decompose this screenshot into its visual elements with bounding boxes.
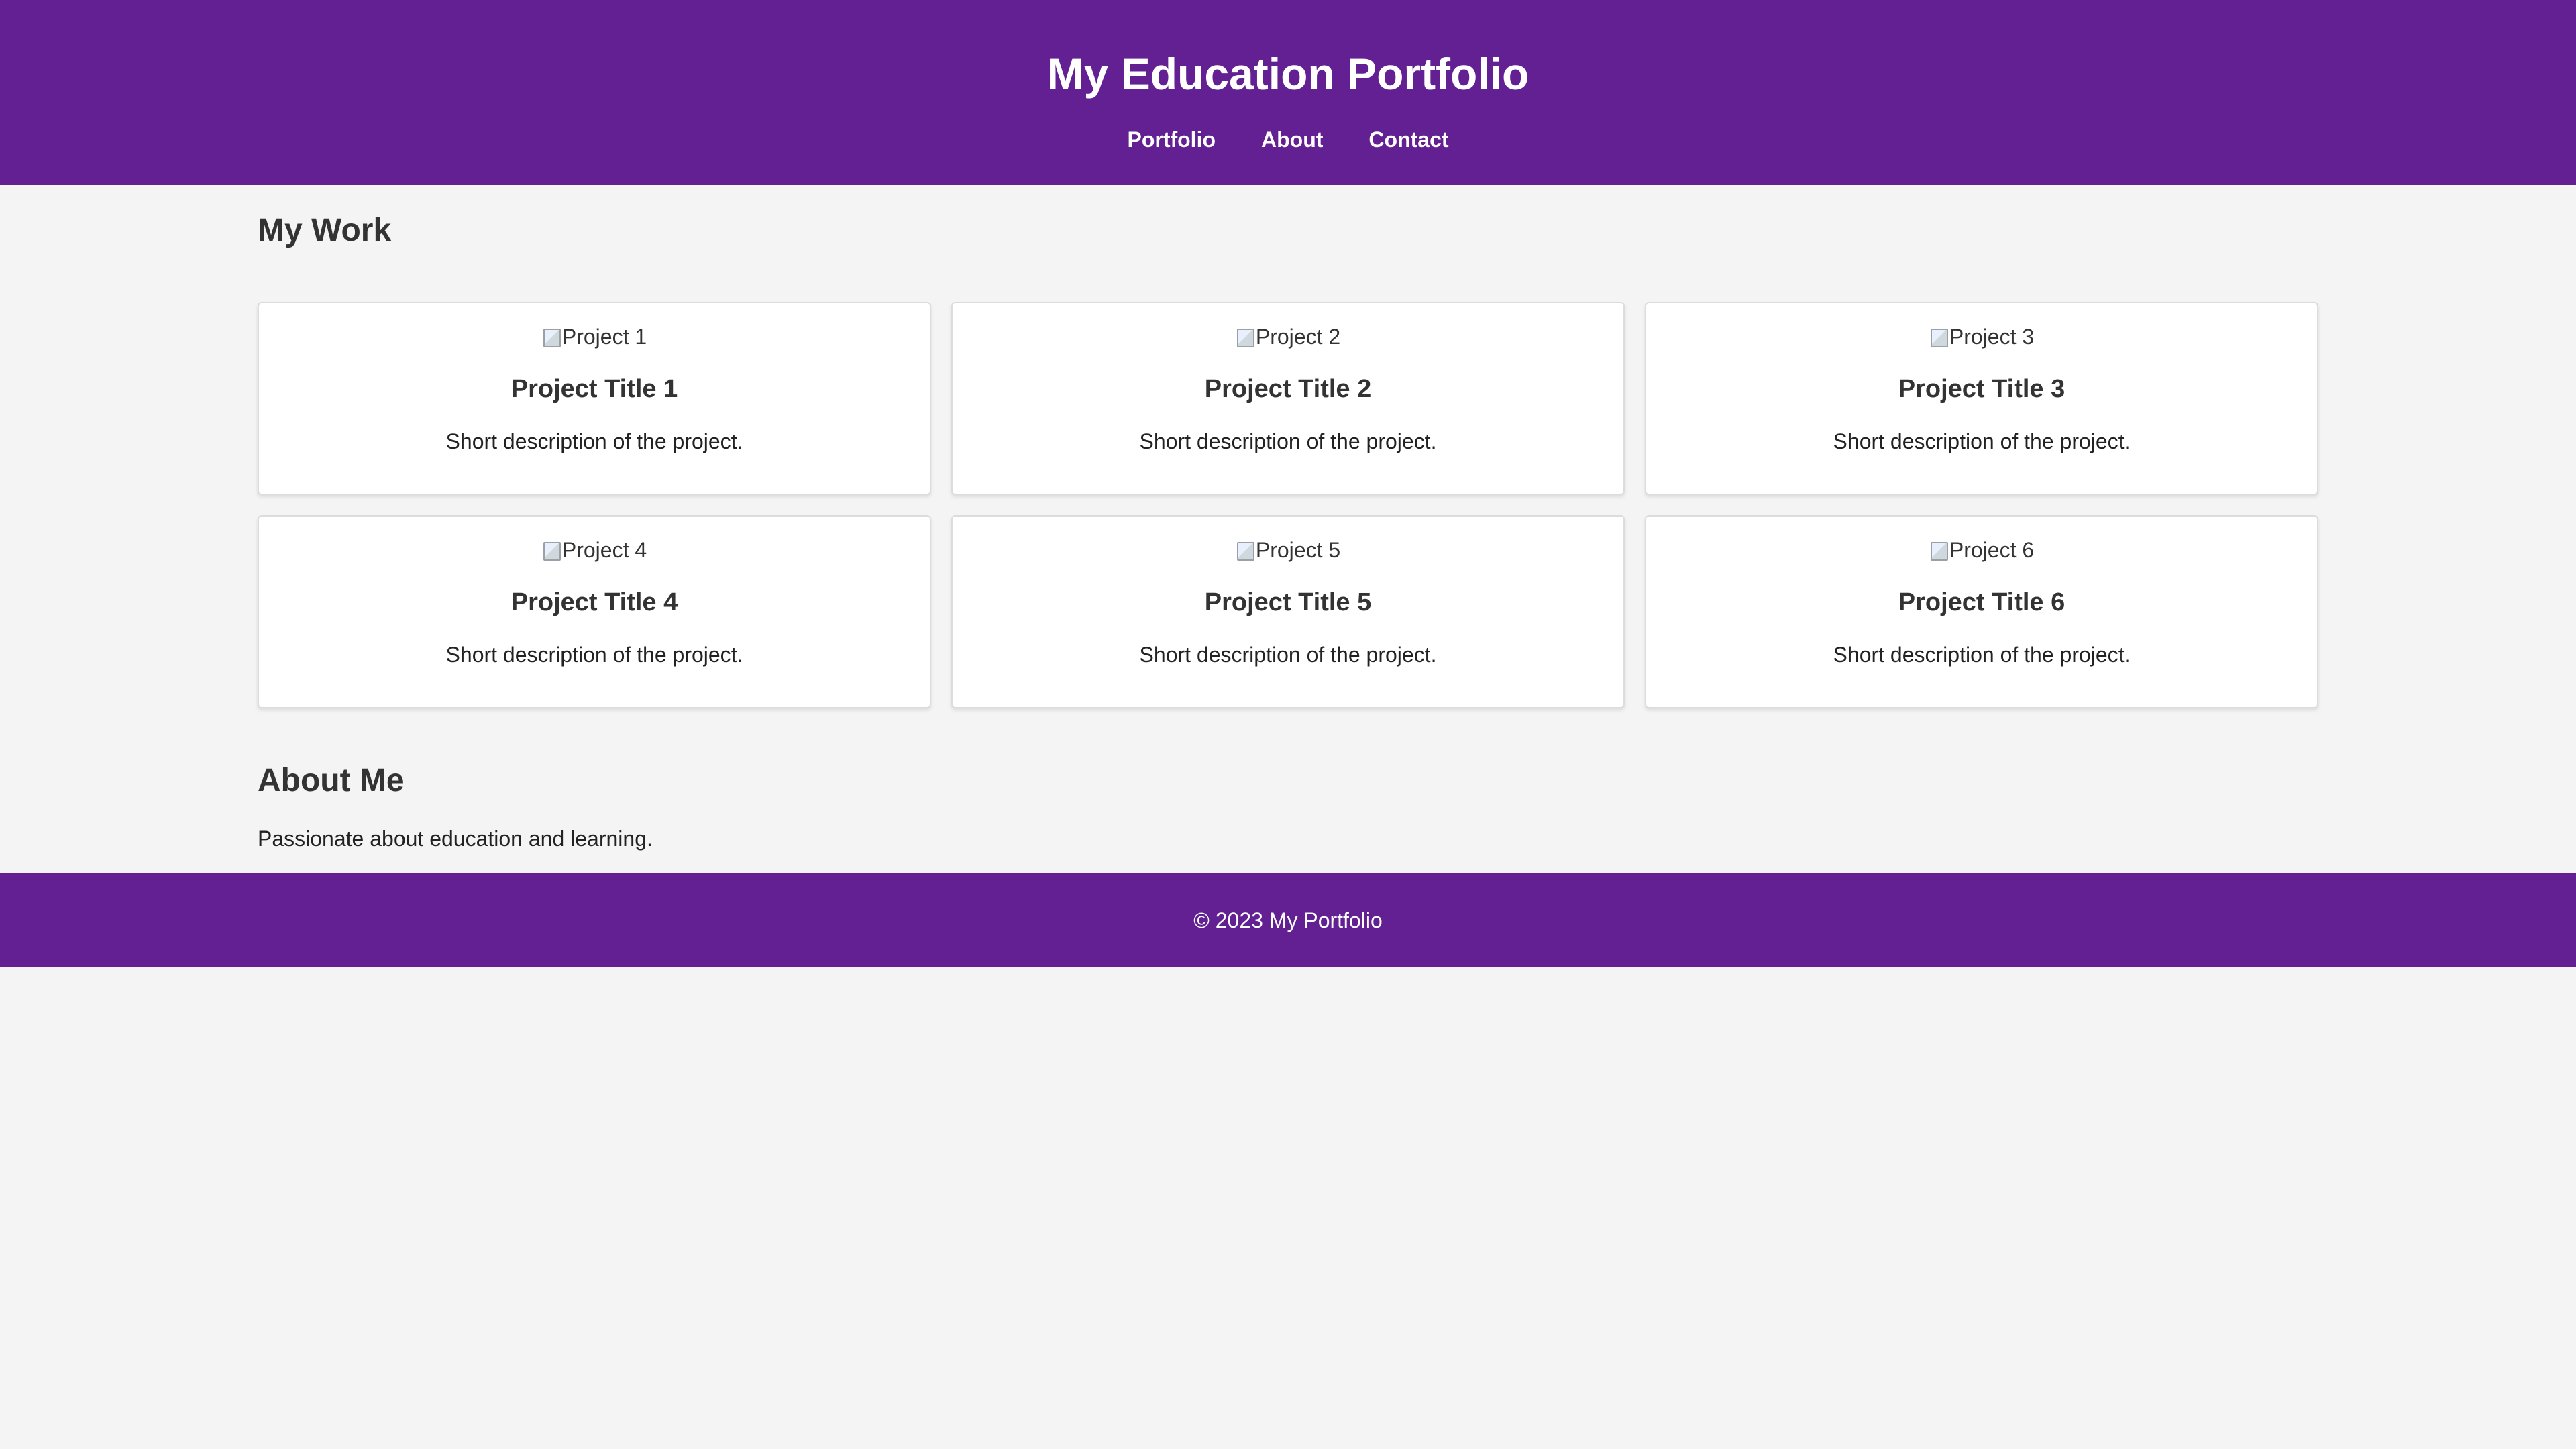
project-image: Project 4 (259, 537, 930, 564)
broken-image-icon (1236, 327, 1254, 347)
project-description: Short description of the project. (1833, 429, 2131, 453)
site-header: My Education Portfolio Portfolio About C… (0, 0, 2576, 185)
project-title: Project Title 3 (1898, 375, 2065, 403)
project-image: Project 2 (953, 323, 1623, 350)
project-image-alt: Project 3 (1949, 325, 2035, 349)
about-me-heading: About Me (258, 763, 405, 798)
broken-image-icon (1236, 540, 1254, 561)
project-image-alt: Project 5 (1255, 538, 1341, 562)
project-title: Project Title 5 (1204, 588, 1372, 616)
project-card[interactable]: Project 2 Project Title 2 Short descript… (951, 302, 1625, 495)
site-title: My Education Portfolio (1046, 49, 1529, 99)
footer-copyright: © 2023 My Portfolio (1193, 908, 1383, 932)
broken-image-icon (542, 327, 561, 347)
nav-link-about[interactable]: About (1261, 123, 1323, 156)
project-description: Short description of the project. (1833, 643, 2131, 667)
project-description: Short description of the project. (1139, 643, 1437, 667)
project-image: Project 3 (1646, 323, 2317, 350)
about-text: Passionate about education and learning. (258, 826, 653, 851)
project-description: Short description of the project. (1139, 429, 1437, 453)
project-image-alt: Project 6 (1949, 538, 2035, 562)
project-image: Project 6 (1646, 537, 2317, 564)
project-image-alt: Project 4 (561, 538, 647, 562)
project-image-alt: Project 1 (561, 325, 647, 349)
project-description: Short description of the project. (445, 643, 743, 667)
project-card[interactable]: Project 6 Project Title 6 Short descript… (1645, 515, 2318, 708)
broken-image-icon (1929, 540, 1948, 561)
project-grid: Project 1 Project Title 1 Short descript… (258, 302, 2318, 708)
project-title: Project Title 2 (1204, 375, 1372, 403)
broken-image-icon (542, 540, 561, 561)
project-image: Project 1 (259, 323, 930, 350)
project-card[interactable]: Project 5 Project Title 5 Short descript… (951, 515, 1625, 708)
project-title: Project Title 1 (511, 375, 678, 403)
project-description: Short description of the project. (445, 429, 743, 453)
nav-link-contact[interactable]: Contact (1368, 123, 1448, 156)
project-title: Project Title 6 (1898, 588, 2065, 616)
project-card[interactable]: Project 3 Project Title 3 Short descript… (1645, 302, 2318, 495)
project-title: Project Title 4 (511, 588, 678, 616)
project-image-alt: Project 2 (1255, 325, 1341, 349)
project-card[interactable]: Project 4 Project Title 4 Short descript… (258, 515, 931, 708)
project-card[interactable]: Project 1 Project Title 1 Short descript… (258, 302, 931, 495)
main-nav: Portfolio About Contact (0, 123, 2576, 156)
site-footer: © 2023 My Portfolio (0, 873, 2576, 967)
project-image: Project 5 (953, 537, 1623, 564)
my-work-heading: My Work (258, 213, 392, 248)
nav-link-portfolio[interactable]: Portfolio (1127, 123, 1216, 156)
broken-image-icon (1929, 327, 1948, 347)
